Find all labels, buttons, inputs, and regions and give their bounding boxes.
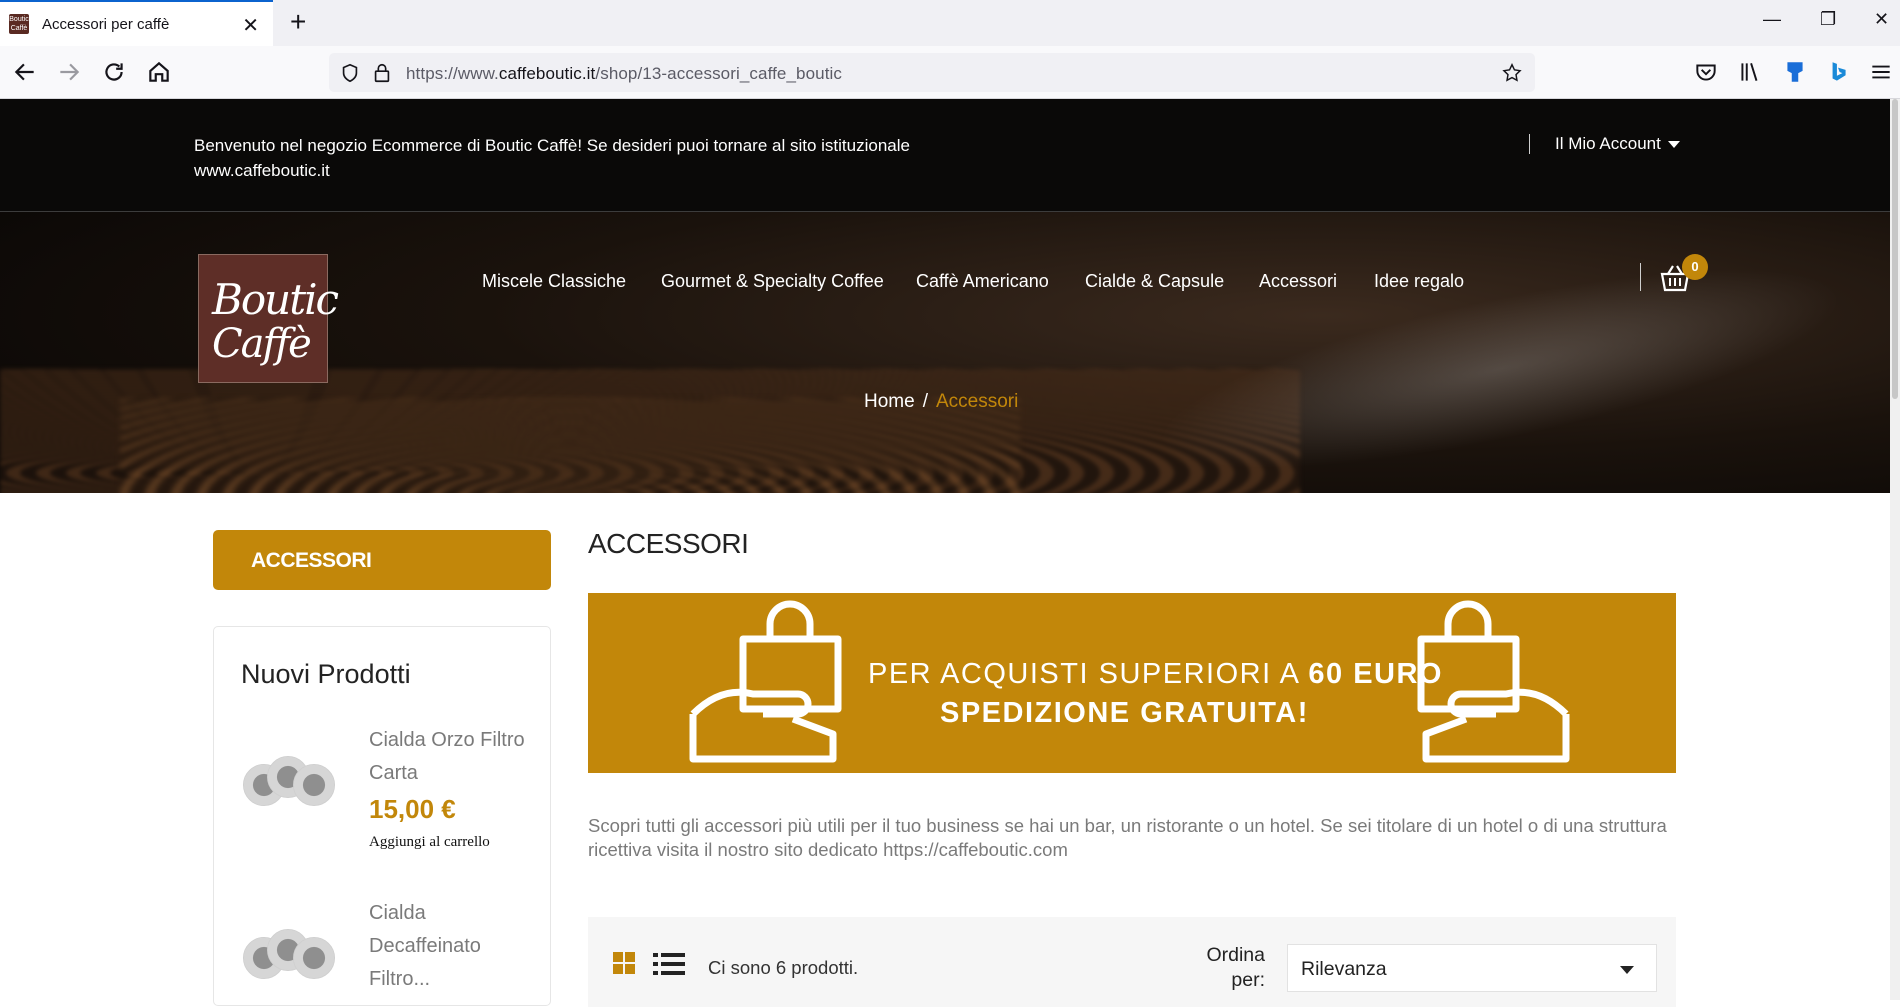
welcome-message: Benvenuto nel negozio Ecommerce di Bouti…	[194, 136, 910, 180]
back-icon[interactable]	[12, 59, 38, 85]
url-path: /shop/13-accessori_caffe_boutic	[595, 64, 842, 83]
breadcrumb: Home / Accessori	[864, 391, 1018, 413]
browser-tab[interactable]: Boutic Caffè Accessori per caffè ✕	[0, 0, 273, 46]
url-bar[interactable]: https://www.caffeboutic.it/shop/13-acces…	[329, 53, 1535, 92]
logo-line-2: Caffè	[212, 321, 312, 367]
favicon-label: Boutic Caffè	[9, 16, 29, 32]
cart-divider	[1640, 263, 1641, 291]
forward-icon[interactable]	[56, 59, 82, 85]
breadcrumb-current: Accessori	[935, 391, 1019, 412]
close-tab-icon[interactable]: ✕	[242, 13, 259, 38]
banner-line-2: SPEDIZIONE GRATUITA!	[940, 697, 1309, 729]
extension-icon[interactable]	[1782, 59, 1808, 85]
banner-line-1-text: PER ACQUISTI SUPERIORI A	[868, 658, 1309, 690]
star-icon[interactable]	[1501, 62, 1523, 84]
home-icon[interactable]	[146, 59, 172, 85]
sort-label: Ordina per:	[1206, 944, 1265, 991]
shield-icon[interactable]	[339, 62, 361, 84]
browser-tab-bar: Boutic Caffè Accessori per caffè ✕ + — ❐…	[0, 0, 1900, 46]
page-title: ACCESSORI	[588, 528, 749, 559]
logo-line-1: Boutic	[212, 275, 339, 324]
new-tab-icon[interactable]: +	[290, 6, 306, 38]
breadcrumb-separator: /	[922, 391, 928, 412]
menu-item-caffe-americano[interactable]: Caffè Americano	[916, 271, 1049, 292]
url-text[interactable]: https://www.caffeboutic.it/shop/13-acces…	[406, 64, 842, 84]
library-icon[interactable]	[1737, 59, 1763, 85]
free-shipping-banner[interactable]: PER ACQUISTI SUPERIORI A 60 EURO SPEDIZI…	[588, 593, 1676, 773]
product-image[interactable]	[241, 915, 346, 995]
account-divider	[1529, 134, 1530, 154]
product-price: 15,00 €	[369, 794, 456, 824]
cart-count-badge: 0	[1682, 254, 1708, 280]
url-prefix: https://www.	[406, 64, 499, 83]
new-products-box: Nuovi Prodotti Cialda Orzo Filtro Carta …	[213, 626, 551, 1006]
site-header: Benvenuto nel negozio Ecommerce di Bouti…	[0, 99, 1890, 493]
menu-item-miscele-classiche[interactable]: Miscele Classiche	[482, 271, 626, 292]
coffee-beans-background-2	[120, 399, 1020, 493]
restore-icon[interactable]: ❐	[1820, 9, 1836, 30]
banner-line-1: PER ACQUISTI SUPERIORI A 60 EURO	[868, 658, 1443, 691]
account-menu[interactable]: Il Mio Account	[1555, 134, 1680, 154]
reload-icon[interactable]	[101, 59, 127, 85]
category-description: Scopri tutti gli accessori più utili per…	[588, 815, 1667, 860]
browser-nav-bar: https://www.caffeboutic.it/shop/13-acces…	[0, 46, 1900, 99]
page-scrollbar[interactable]	[1890, 99, 1900, 1000]
site-logo[interactable]: Boutic Caffè	[198, 254, 339, 383]
grid-view-icon[interactable]	[613, 952, 635, 974]
tab-title: Accessori per caffè	[42, 15, 170, 33]
sort-selected-value: Rilevanza	[1301, 958, 1387, 980]
product-name[interactable]: Cialda Orzo Filtro Carta	[369, 724, 539, 790]
bing-icon[interactable]	[1825, 59, 1851, 85]
menu-icon[interactable]	[1868, 59, 1894, 85]
sidebar-category-label: ACCESSORI	[251, 549, 372, 572]
site-favicon-icon: Boutic Caffè	[9, 14, 29, 34]
product-count: Ci sono 6 prodotti.	[708, 957, 859, 978]
shopping-bag-hand-icon	[689, 600, 842, 763]
menu-item-idee-regalo[interactable]: Idee regalo	[1374, 271, 1464, 292]
product-list-toolbar: Ci sono 6 prodotti. Ordina per: Rilevanz…	[588, 917, 1676, 1007]
menu-item-cialde-capsule[interactable]: Cialde & Capsule	[1085, 271, 1224, 292]
account-label: Il Mio Account	[1555, 134, 1661, 153]
product-name[interactable]: Cialda Decaffeinato Filtro...	[369, 897, 519, 996]
chevron-down-icon	[1667, 141, 1680, 149]
breadcrumb-home[interactable]: Home	[864, 391, 915, 412]
chevron-down-icon	[1620, 966, 1634, 974]
list-view-icon[interactable]	[653, 952, 685, 976]
menu-item-accessori[interactable]: Accessori	[1259, 271, 1337, 292]
lock-icon[interactable]	[371, 62, 393, 84]
menu-item-gourmet[interactable]: Gourmet & Specialty Coffee	[661, 271, 884, 292]
product-image[interactable]	[241, 742, 346, 822]
add-to-cart-link[interactable]: Aggiungi al carrello	[369, 834, 490, 851]
sort-select[interactable]: Rilevanza	[1287, 944, 1657, 992]
pocket-icon[interactable]	[1693, 59, 1719, 85]
minimize-icon[interactable]: —	[1763, 9, 1781, 30]
banner-line-1-amount: 60 EURO	[1308, 658, 1443, 690]
light-streak	[1143, 227, 1857, 493]
scrollbar-thumb[interactable]	[1892, 99, 1898, 399]
sidebar-category-header[interactable]: ACCESSORI	[213, 530, 551, 590]
url-domain: caffeboutic.it	[498, 64, 596, 83]
new-products-title: Nuovi Prodotti	[241, 659, 411, 689]
close-window-icon[interactable]: ✕	[1874, 9, 1889, 30]
